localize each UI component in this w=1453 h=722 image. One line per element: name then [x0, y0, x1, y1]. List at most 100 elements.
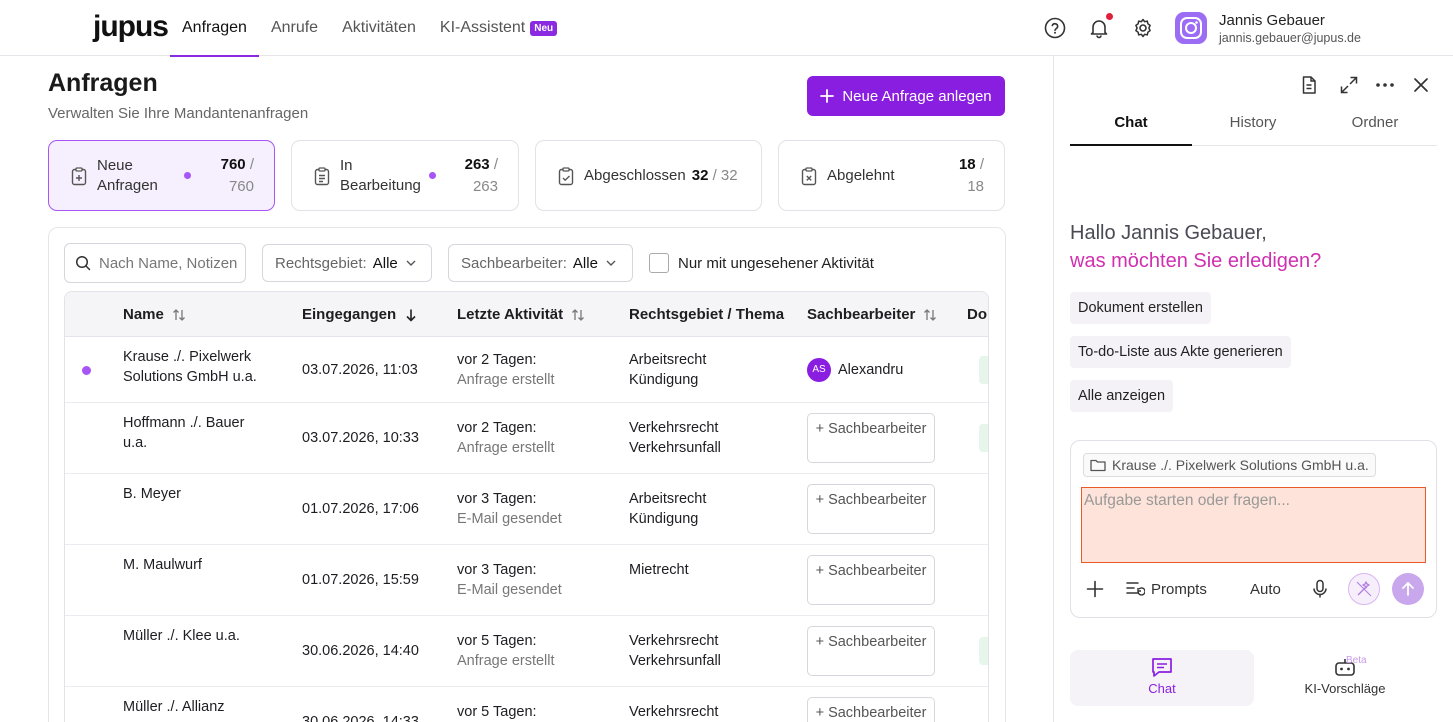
suggestion-chip[interactable]: Dokument erstellen [1070, 292, 1211, 324]
table-row[interactable]: Müller ./. Klee u.a. 30.06.2026, 14:40 v… [65, 616, 988, 687]
bottom-tab-ki-vorschlaege[interactable]: KI-Vorschläge [1253, 650, 1437, 706]
clipboard-list-icon [314, 166, 330, 185]
add-assignee-button[interactable]: + Sachbearbeiter [807, 697, 935, 722]
stat-card-abgeschlossen[interactable]: Abgeschlossen 32 / 32 [535, 140, 762, 211]
row-name[interactable]: Müller ./. Allianz [123, 697, 225, 717]
search-input[interactable] [99, 254, 239, 272]
unread-only-checkbox[interactable] [649, 253, 669, 273]
tab-chat[interactable]: Chat [1070, 100, 1192, 146]
row-area: Mietrecht [629, 562, 689, 578]
add-assignee-button[interactable]: + Sachbearbeiter [807, 413, 935, 463]
chat-input[interactable] [1081, 487, 1426, 563]
row-name[interactable]: Krause ./. Pixelwerk Solutions GmbH u.a. [123, 347, 283, 387]
nav-item-aktivitaeten[interactable]: Aktivitäten [330, 0, 428, 56]
sachbearbeiter-filter[interactable]: Sachbearbeiter: Alle [448, 244, 633, 282]
notification-bell-icon[interactable] [1088, 13, 1113, 39]
prompts-button[interactable]: Prompts [1125, 576, 1207, 602]
microphone-icon[interactable] [1311, 576, 1329, 602]
help-icon[interactable] [1044, 17, 1066, 39]
chat-bubble-icon [1152, 658, 1172, 677]
table-header: Name Eingegangen Letzte Aktivität Rechts… [65, 292, 988, 337]
add-assignee-button[interactable]: + Sachbearbeiter [807, 626, 935, 676]
sort-icon [172, 308, 185, 321]
column-header-letzte-aktivitaet[interactable]: Letzte Aktivität [457, 306, 585, 323]
magic-wand-button[interactable] [1348, 573, 1380, 605]
row-name[interactable]: M. Maulwurf [123, 555, 202, 575]
column-header-name[interactable]: Name [123, 306, 186, 323]
page-title: Anfragen [48, 69, 158, 97]
user-email: jannis.gebauer@jupus.de [1219, 31, 1361, 45]
folder-icon [1090, 459, 1106, 472]
chevron-down-icon [406, 260, 416, 266]
add-assignee-button[interactable]: + Sachbearbeiter [807, 484, 935, 534]
attach-button[interactable] [1085, 576, 1105, 602]
prompt-list-icon [1126, 582, 1145, 596]
table-row[interactable]: Krause ./. Pixelwerk Solutions GmbH u.a.… [65, 337, 988, 403]
jupus-logo[interactable]: jupus [93, 11, 169, 43]
nav-item-label: Aktivitäten [342, 19, 416, 36]
row-area: Verkehrsrecht [629, 704, 719, 720]
stat-unread-dot [184, 172, 192, 179]
row-received: 30.06.2026, 14:40 [302, 643, 419, 659]
context-chip[interactable]: Krause ./. Pixelwerk Solutions GmbH u.a. [1083, 453, 1376, 477]
table-row[interactable]: B. Meyer 01.07.2026, 17:06 vor 3 Tagen: … [65, 474, 988, 545]
search-field[interactable] [64, 243, 246, 283]
clipboard-plus-icon [71, 166, 87, 185]
show-all-suggestions[interactable]: Alle anzeigen [1070, 380, 1174, 412]
column-header-eingegangen[interactable]: Eingegangen [302, 306, 418, 323]
stat-card-abgelehnt[interactable]: Abgelehnt 18 / 18 [778, 140, 1005, 211]
sort-icon [924, 308, 937, 321]
filter-label: Rechtsgebiet: [275, 254, 367, 272]
assignee-name: Alexandru [838, 361, 904, 378]
nav-item-ki-assistent[interactable]: KI-Assistent Neu [428, 0, 569, 56]
table-row[interactable]: Hoffmann ./. Bauer u.a. 03.07.2026, 10:3… [65, 403, 988, 474]
expand-icon[interactable] [1339, 75, 1359, 95]
bottom-tab-label: Chat [1148, 681, 1176, 696]
row-activity-when: vor 3 Tagen: [457, 491, 537, 507]
magic-wand-icon [1356, 581, 1372, 597]
user-avatar[interactable] [1175, 12, 1207, 44]
nav-item-anrufe[interactable]: Anrufe [259, 0, 330, 56]
table-row[interactable]: M. Maulwurf 01.07.2026, 15:59 vor 3 Tage… [65, 545, 988, 616]
plus-icon [820, 89, 835, 103]
document-icon[interactable] [1299, 75, 1319, 95]
new-request-button[interactable]: Neue Anfrage anlegen [807, 76, 1005, 116]
row-area: Arbeitsrecht [629, 352, 707, 368]
stat-label: Neue Anfragen [97, 156, 158, 194]
assignee-avatar: AS [807, 358, 831, 382]
settings-gear-icon[interactable] [1132, 17, 1154, 39]
user-name[interactable]: Jannis Gebauer [1219, 12, 1325, 29]
nav-item-anfragen[interactable]: Anfragen [170, 0, 259, 57]
tab-ordner[interactable]: Ordner [1314, 100, 1436, 145]
stat-card-in-bearbeitung[interactable]: In Bearbeitung 263 / 263 [291, 140, 519, 211]
close-icon[interactable] [1411, 75, 1431, 95]
suggestion-chip[interactable]: To-do-Liste aus Akte generieren [1070, 336, 1291, 368]
row-activity-what: E-Mail gesendet [457, 582, 562, 598]
stat-count: 263 / 263 [464, 155, 498, 195]
tab-history[interactable]: History [1192, 100, 1314, 145]
row-name[interactable]: Hoffmann ./. Bauer u.a. [123, 413, 263, 453]
bottom-tab-chat[interactable]: Chat [1070, 650, 1254, 706]
add-assignee-button[interactable]: + Sachbearbeiter [807, 555, 935, 605]
top-navigation-bar: jupus Anfragen Anrufe Aktivitäten KI-Ass… [0, 0, 1453, 57]
new-request-label: Neue Anfrage anlegen [842, 87, 992, 105]
table-row[interactable]: Müller ./. Allianz 30.06.2026, 14:33 vor… [65, 687, 988, 722]
row-topic: Verkehrsunfall [629, 440, 721, 456]
plus-icon [1086, 580, 1104, 598]
stat-unread-dot [428, 172, 436, 179]
row-name[interactable]: Müller ./. Klee u.a. [123, 626, 240, 646]
unread-only-label: Nur mit ungesehener Aktivität [678, 254, 874, 272]
mode-selector[interactable]: Auto [1250, 576, 1281, 602]
requests-table: Name Eingegangen Letzte Aktivität Rechts… [64, 291, 989, 722]
stat-card-neue-anfragen[interactable]: Neue Anfragen 760 / 760 [48, 140, 275, 211]
row-received: 30.06.2026, 14:33 [302, 714, 419, 722]
more-options-icon[interactable] [1375, 75, 1395, 95]
sort-descending-icon [406, 309, 416, 322]
unread-only-toggle[interactable]: Nur mit ungesehener Aktivität [649, 253, 874, 273]
send-button[interactable] [1392, 573, 1424, 605]
column-header-sachbearbeiter[interactable]: Sachbearbeiter [807, 306, 937, 323]
notification-dot [1106, 13, 1113, 20]
rechtsgebiet-filter[interactable]: Rechtsgebiet: Alle [262, 244, 432, 282]
row-name[interactable]: B. Meyer [123, 484, 181, 504]
row-assignee[interactable]: AS Alexandru [807, 358, 903, 382]
